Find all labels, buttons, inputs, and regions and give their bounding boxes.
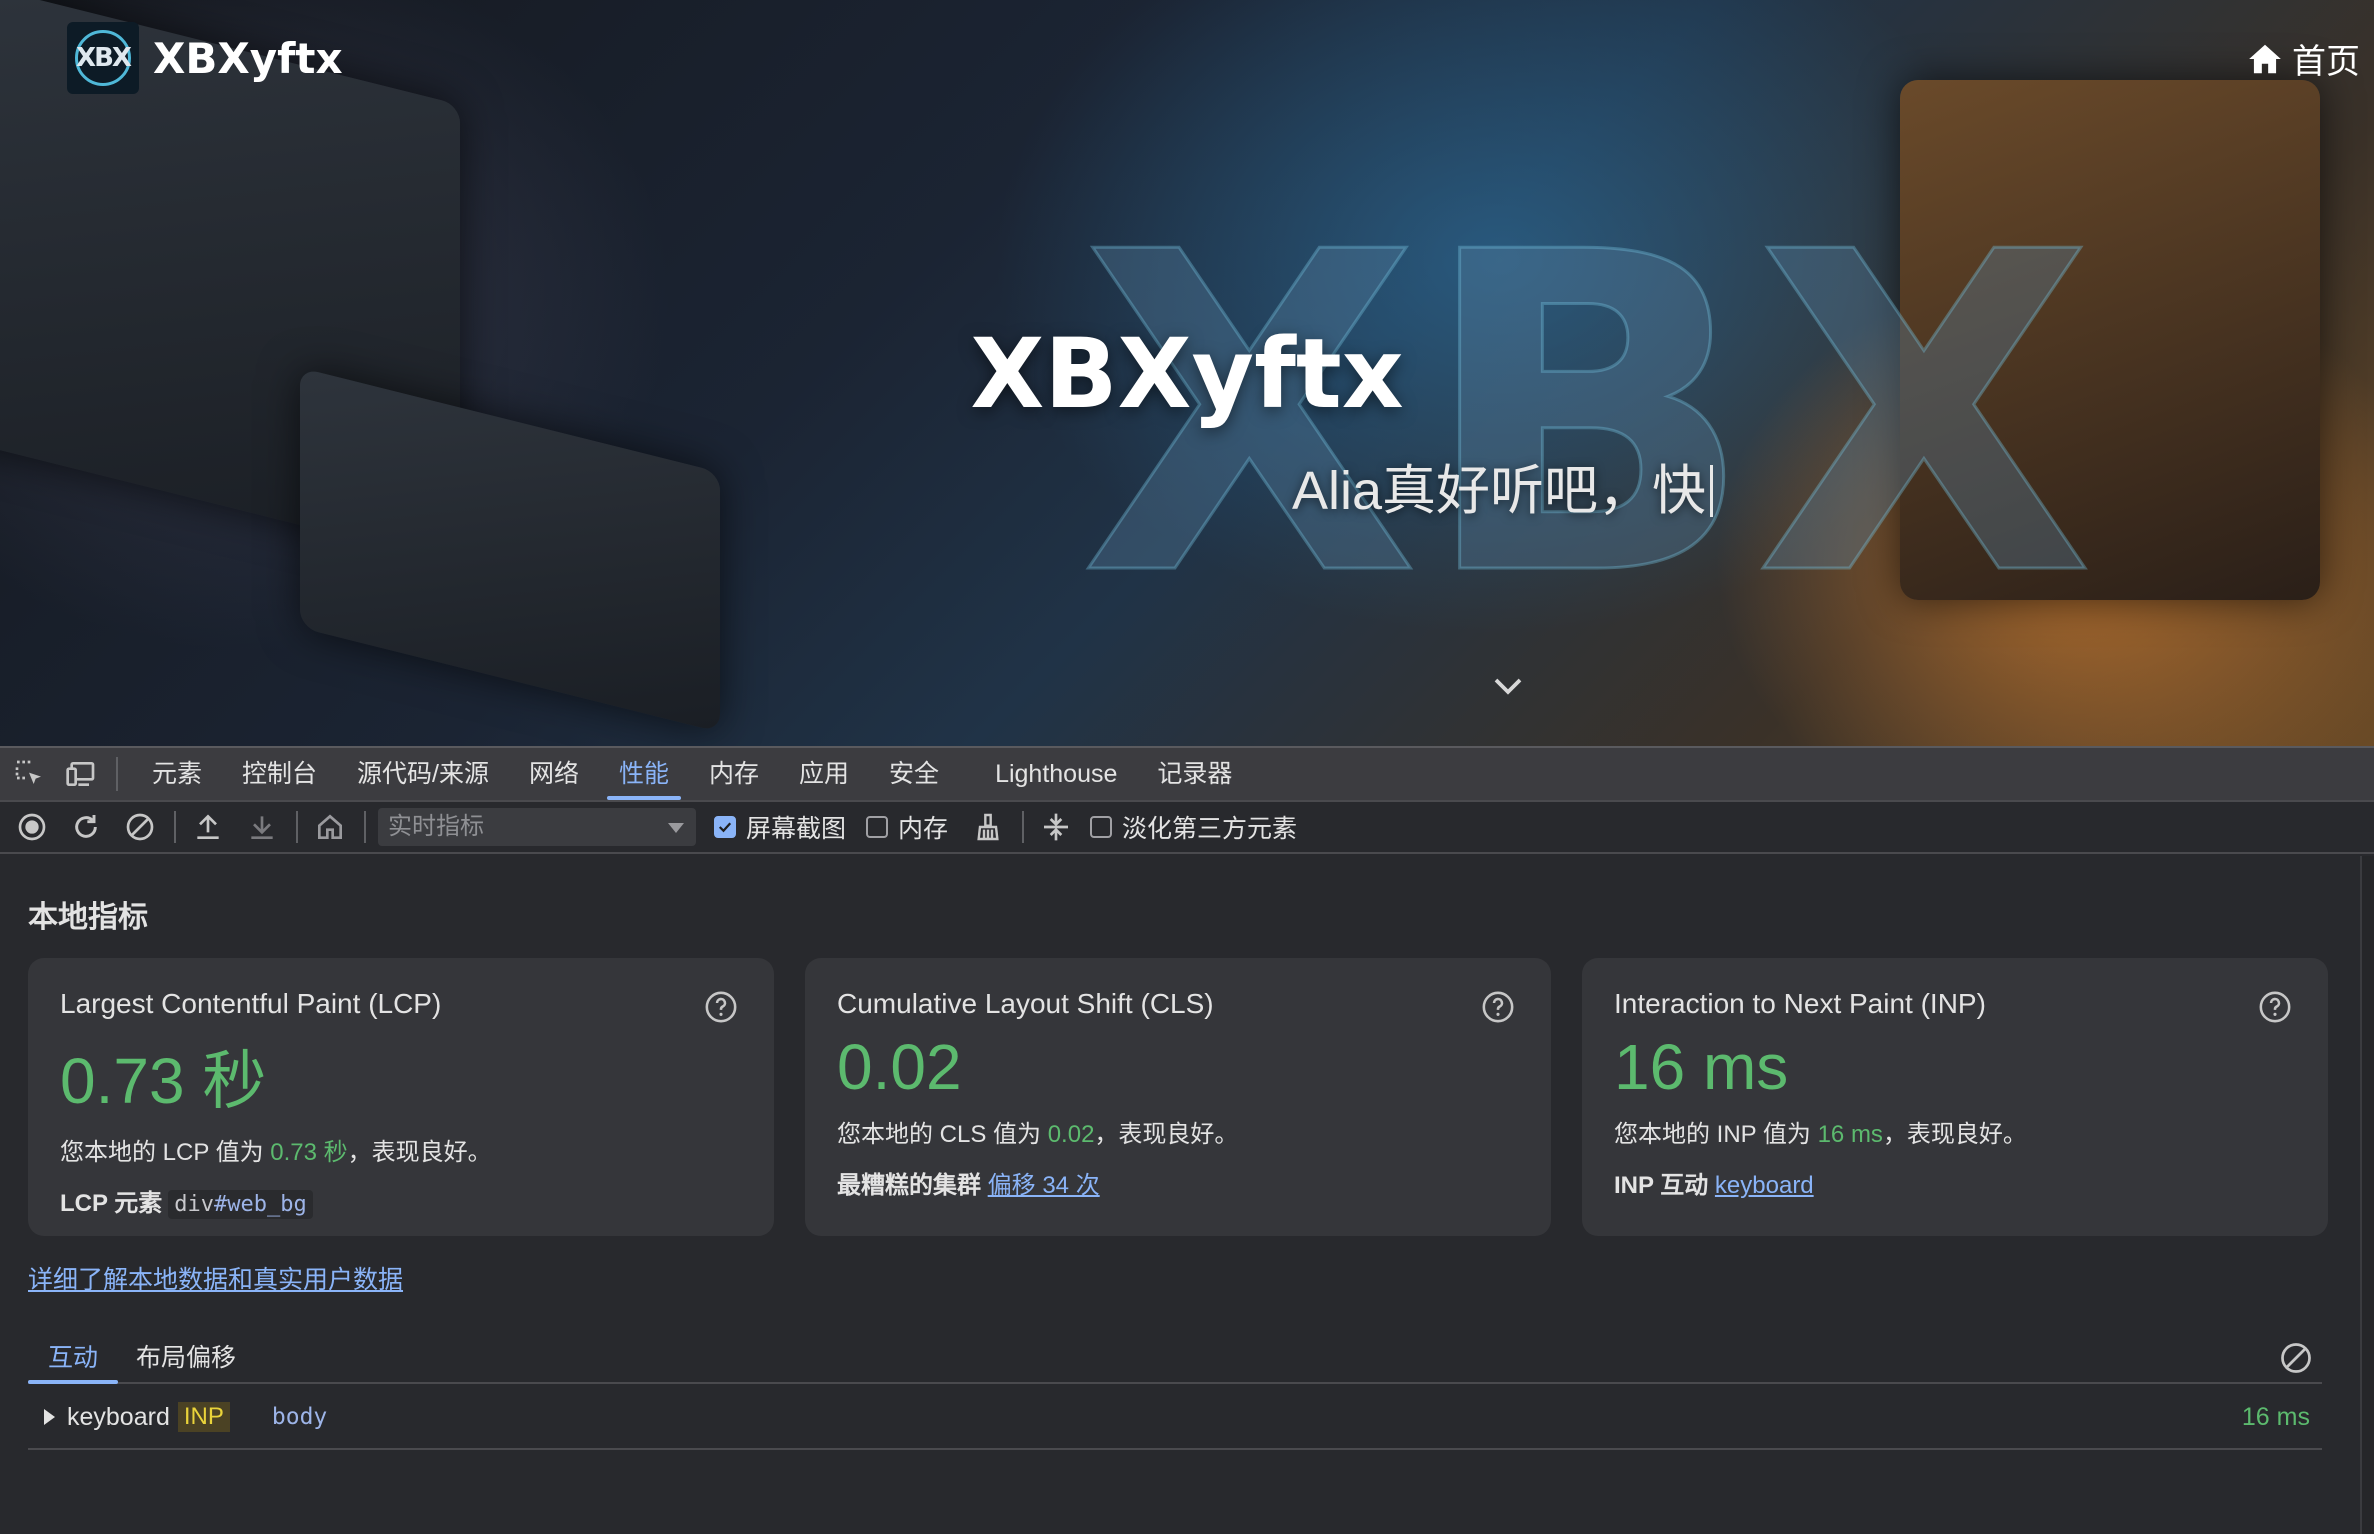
scrollbar-track[interactable] (2360, 856, 2374, 1534)
cls-description: 您本地的 CLS 值为 0.02，表现良好。 (837, 1121, 1239, 1148)
lcp-element: LCP 元素 div#web_bg (60, 1183, 742, 1219)
cls-card: Cumulative Layout Shift (CLS) 0.02 您本地的 … (805, 958, 1551, 1236)
site-logo-icon: XBX (67, 22, 139, 94)
checkbox-unchecked-icon (1090, 816, 1113, 838)
performance-toolbar: 实时指标 屏幕截图 内存 淡化第三方元素 (0, 802, 2374, 854)
download-icon (251, 816, 273, 839)
tab-console[interactable]: 控制台 (222, 748, 337, 800)
inp-badge: INP (177, 1402, 230, 1432)
clear-icon (126, 813, 154, 841)
inp-card: Interaction to Next Paint (INP) 16 ms 您本… (1582, 958, 2328, 1236)
clear-button[interactable] (120, 807, 160, 847)
tab-performance[interactable]: 性能 (599, 748, 689, 800)
tab-bar-separator (116, 757, 118, 791)
site-name: XBXyftx (153, 33, 343, 83)
compress-icon (1044, 813, 1069, 841)
dim-third-party-label: 淡化第三方元素 (1122, 815, 1298, 843)
reload-icon (75, 815, 97, 838)
home-icon (2249, 44, 2281, 73)
subtab-interactions[interactable]: 互动 (28, 1334, 119, 1384)
checkbox-checked-icon (714, 816, 736, 838)
subtab-layout-shifts[interactable]: 布局偏移 (116, 1334, 256, 1382)
collect-garbage-button[interactable] (968, 807, 1008, 847)
lcp-card: Largest Contentful Paint (LCP) 0.73 秒 您本… (28, 958, 774, 1236)
lcp-value: 0.73 秒 (60, 1045, 267, 1117)
section-title: 本地指标 (28, 901, 148, 934)
memory-label: 内存 (898, 815, 949, 843)
home-button[interactable] (310, 807, 350, 847)
hero-subtitle-text: Alia真好听吧，快 (1292, 461, 1707, 521)
target-select-label: 实时指标 (388, 813, 484, 840)
interaction-row[interactable]: keyboard INP body 16 ms (28, 1386, 2322, 1450)
site-logo-link[interactable]: XBX XBXyftx (67, 22, 343, 94)
record-icon (18, 813, 46, 841)
lcp-description: 您本地的 LCP 值为 0.73 秒，表现良好。 (60, 1139, 492, 1166)
upload-icon (197, 814, 219, 839)
interaction-node[interactable]: body (272, 1404, 327, 1430)
target-select[interactable]: 实时指标 (378, 808, 696, 846)
typing-caret (1710, 465, 1714, 517)
hero-subtitle: Alia真好听吧，快 (1292, 446, 1714, 525)
tab-elements[interactable]: 元素 (132, 748, 222, 800)
tab-memory[interactable]: 内存 (689, 748, 779, 800)
dim-third-party-checkbox[interactable]: 淡化第三方元素 (1090, 809, 1297, 845)
nav-home-label: 首页 (2292, 43, 2360, 81)
inp-title: Interaction to Next Paint (INP) (1614, 988, 1986, 1019)
inp-interaction-link[interactable]: keyboard (1715, 1172, 1814, 1199)
tab-recorder[interactable]: 记录器 (1137, 748, 1252, 800)
cls-value: 0.02 (837, 1031, 962, 1103)
screenshots-label: 屏幕截图 (746, 815, 847, 843)
cls-cluster-link[interactable]: 偏移 34 次 (988, 1172, 1100, 1199)
tab-sources[interactable]: 源代码/来源 (337, 748, 509, 800)
broom-icon (977, 813, 999, 841)
toolbar-separator (364, 811, 366, 843)
tab-application[interactable]: 应用 (779, 748, 869, 800)
home-outline-icon (318, 814, 342, 839)
expand-triangle-icon[interactable] (44, 1409, 55, 1425)
tab-lighthouse[interactable]: Lighthouse (975, 748, 1137, 800)
clear-list-icon[interactable] (2278, 1340, 2314, 1376)
lcp-element-node[interactable]: div#web_bg (168, 1190, 313, 1219)
checkbox-unchecked-icon (866, 816, 889, 838)
toolbar-separator (296, 811, 298, 843)
save-profile-button[interactable] (242, 807, 282, 847)
devtools-window: 元素 控制台 源代码/来源 网络 性能 内存 应用 安全 Lighthouse … (0, 746, 2374, 1534)
help-icon[interactable] (1481, 990, 1515, 1024)
dropdown-arrow-icon (668, 823, 684, 833)
web-page-hero: XBX XBX XBXyftx 首页 XBXyftx Alia真好听吧，快 (0, 0, 2374, 746)
interaction-duration: 16 ms (2241, 1402, 2310, 1431)
reload-record-button[interactable] (66, 807, 106, 847)
tab-security[interactable]: 安全 (869, 748, 959, 800)
inp-value: 16 ms (1614, 1031, 1789, 1103)
interactions-subtabs: 互动 布局偏移 (28, 1334, 2322, 1384)
interaction-name: keyboard (67, 1402, 170, 1431)
live-metrics-view: 本地指标 Largest Contentful Paint (LCP) 0.73… (0, 856, 2360, 1534)
load-profile-button[interactable] (188, 807, 228, 847)
memory-checkbox[interactable]: 内存 (866, 809, 948, 845)
inp-description: 您本地的 INP 值为 16 ms，表现良好。 (1614, 1121, 2027, 1148)
collapse-tracks-button[interactable] (1036, 807, 1076, 847)
devtools-tab-bar: 元素 控制台 源代码/来源 网络 性能 内存 应用 安全 Lighthouse … (0, 746, 2374, 802)
inp-interaction: INP 互动 keyboard (1614, 1172, 1814, 1199)
hero-title: XBXyftx (970, 318, 1404, 430)
inspect-element-icon[interactable] (10, 755, 48, 793)
cls-title: Cumulative Layout Shift (CLS) (837, 988, 1214, 1019)
screenshots-checkbox[interactable]: 屏幕截图 (714, 809, 846, 845)
help-icon[interactable] (704, 990, 738, 1024)
toolbar-separator (174, 811, 176, 843)
record-button[interactable] (12, 807, 52, 847)
device-toolbar-icon[interactable] (62, 755, 100, 793)
toolbar-separator (1022, 811, 1025, 843)
tab-network[interactable]: 网络 (509, 748, 599, 800)
nav-home-link[interactable]: 首页 (2246, 34, 2360, 83)
chevron-down-icon[interactable] (1490, 668, 1526, 704)
learn-more-link[interactable]: 详细了解本地数据和真实用户数据 (28, 1260, 403, 1296)
help-icon[interactable] (2258, 990, 2292, 1024)
cls-worst-cluster: 最糟糕的集群 偏移 34 次 (837, 1172, 1100, 1199)
lcp-title: Largest Contentful Paint (LCP) (60, 988, 442, 1019)
